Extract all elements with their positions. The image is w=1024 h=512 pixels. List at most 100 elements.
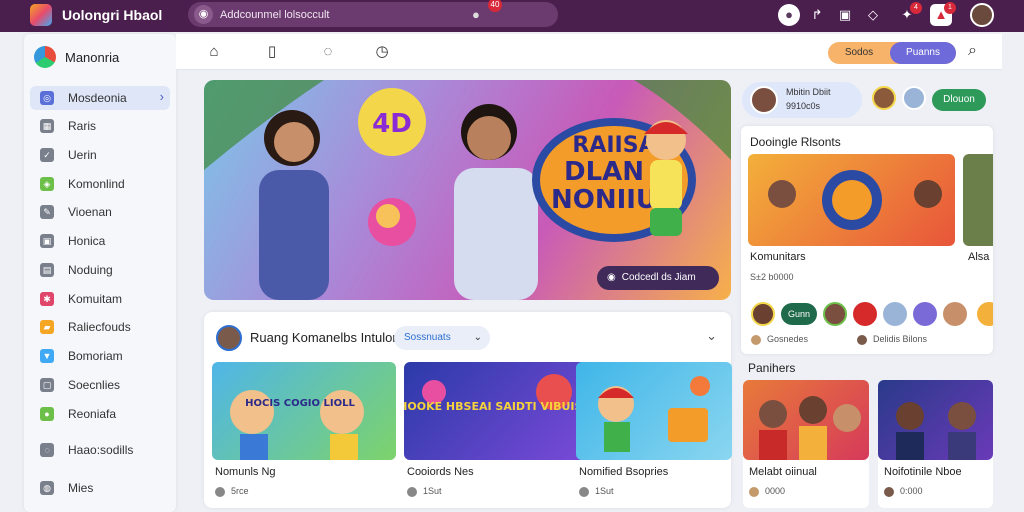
- video-thumbnail[interactable]: [576, 362, 732, 460]
- footer-right-icon: [857, 334, 867, 345]
- settings-icon: ◌: [40, 443, 54, 457]
- sidebar-item-label: Komuitam: [68, 292, 123, 306]
- mic-badge: 40: [488, 0, 502, 12]
- playlist-thumbnail[interactable]: [743, 380, 869, 460]
- sidebar-item-mies[interactable]: ◍ Mies: [30, 476, 170, 500]
- sidebar-item-mosdeonia[interactable]: ◎ Mosdeonia ›: [30, 86, 170, 110]
- hero-title-line-1: RAIISA: [572, 133, 655, 158]
- hero-cta-button[interactable]: ◉ Codcedl ds Jiam: [597, 266, 719, 290]
- home-tab-icon[interactable]: ⌂: [204, 42, 224, 62]
- playlist-name: Melabt oiinual: [749, 466, 817, 478]
- hero-title-line-2: DLAN: [564, 157, 644, 187]
- channel-thumbnail[interactable]: [748, 154, 955, 246]
- globe-icon: ●: [40, 407, 54, 421]
- sidebar-item-label: Mosdeonia: [68, 91, 127, 105]
- sidebar-item-label: Uerin: [68, 148, 97, 162]
- video-card[interactable]: Nomified Bsopries 1Sut: [576, 362, 732, 506]
- sidebar-item-raris[interactable]: ▦ Raris: [30, 114, 170, 138]
- profile-circle-icon[interactable]: ●: [778, 4, 800, 26]
- friend-avatar[interactable]: [902, 86, 926, 110]
- sidebar-item-soecnlies[interactable]: ▢ Soecnlies: [30, 373, 170, 397]
- hero-banner[interactable]: RAIISA DLAN NONIIU 4D ◉ Codcedl ds Jiam: [204, 80, 731, 300]
- check-icon: ✓: [40, 148, 54, 162]
- video-thumbnail[interactable]: HOOKE HBSEAI SAIDTI VIBUISS: [398, 362, 590, 460]
- playlist-art: [759, 396, 861, 460]
- member-avatar[interactable]: [751, 302, 775, 326]
- sidebar-header[interactable]: Manonria: [34, 46, 119, 68]
- playlist-thumbnail[interactable]: [878, 380, 993, 460]
- sidebar-item-label: Vioenan: [68, 205, 112, 219]
- member-avatar[interactable]: [943, 302, 967, 326]
- box-icon: ▢: [40, 378, 54, 392]
- user-card[interactable]: Mbitin Dbiit 9910c0s: [742, 82, 862, 118]
- playlist-name: Noifotinile Nboe: [884, 466, 962, 478]
- sidebar-item-bomoriam[interactable]: ▼ Bomoriam: [30, 344, 170, 368]
- search-icon[interactable]: ◉: [194, 5, 213, 24]
- chart-icon: ▤: [40, 263, 54, 277]
- member-avatar[interactable]: [913, 302, 937, 326]
- member-avatar[interactable]: [823, 302, 847, 326]
- follow-button[interactable]: Dlouon: [932, 89, 986, 111]
- search-bar[interactable]: ◉ ● 40: [188, 0, 558, 27]
- footer-right: Delidis Bilons: [857, 334, 927, 345]
- sidebar-item-label: Soecnlies: [68, 378, 121, 392]
- search-input[interactable]: [220, 7, 450, 23]
- channel-art: [768, 170, 942, 230]
- tablet-tab-icon[interactable]: ▯: [262, 42, 282, 62]
- friend-avatar[interactable]: [872, 86, 896, 110]
- video-card[interactable]: HOOKE HBSEAI SAIDTI VIBUISS Cooiords Nes…: [398, 362, 590, 506]
- playlist-meta-icon: [749, 486, 759, 497]
- location-pin-icon[interactable]: ◇: [862, 4, 884, 26]
- sidebar-item-komonlind[interactable]: ◈ Komonlind: [30, 172, 170, 196]
- video-thumbnail[interactable]: HOCIS COGIO LIOLL: [212, 362, 396, 460]
- channels-title: Dooingle Rlsonts: [750, 135, 841, 149]
- video-meta: 1Sut: [407, 486, 442, 497]
- grid-icon: ▦: [40, 119, 54, 133]
- arrow-icon[interactable]: ↱: [806, 4, 828, 26]
- mic-icon[interactable]: ●: [472, 7, 480, 22]
- view-toggle[interactable]: Sodos Puanns: [828, 42, 956, 64]
- tablet-icon[interactable]: ▣: [834, 4, 856, 26]
- app-logo[interactable]: [30, 4, 52, 26]
- playlist-art: [896, 402, 976, 460]
- notifications-badge: 1: [944, 2, 956, 14]
- sidebar-item-komuitam[interactable]: ✱ Komuitam: [30, 287, 170, 311]
- member-avatar[interactable]: [977, 302, 993, 326]
- chevron-right-icon: ›: [159, 89, 164, 104]
- hero-title-line-3: NONIIU: [551, 185, 657, 215]
- channel-icon: [579, 486, 589, 497]
- channel-thumbnail[interactable]: [963, 154, 993, 246]
- sidebar: Manonria ◎ Mosdeonia › ▦ Raris ✓ Uerin ◈ Komonli…: [24, 34, 176, 512]
- sidebar-item-haao-sodills[interactable]: ◌ Haao:sodills: [30, 438, 170, 462]
- sidebar-item-noduing[interactable]: ▤ Noduing: [30, 258, 170, 282]
- sidebar-item-label: Komonlind: [68, 177, 125, 191]
- playlist-card[interactable]: Noifotinile Nboe 0:000: [878, 380, 993, 508]
- sidebar-header-label: Manonria: [65, 49, 120, 65]
- triangle-icon: ▼: [40, 349, 54, 363]
- sidebar-item-vioenan[interactable]: ✎ Vioenan: [30, 200, 170, 224]
- video-card[interactable]: HOCIS COGIO LIOLL Nomunls Ng 5rce: [212, 362, 396, 506]
- sidebar-item-raliecfouds[interactable]: ▰ Raliecfouds: [30, 315, 170, 339]
- search-icon[interactable]: ⌕: [968, 42, 977, 60]
- chat-tab-icon[interactable]: ◌: [318, 42, 338, 62]
- video-title: Nomified Bsopries: [579, 466, 669, 478]
- thumbnail-art: HOOKE HBSEAI SAIDTI VIBUISS: [398, 374, 590, 413]
- top-bar: Uolongri Hbaol ◉ ● 40 ● ↱ ▣ ◇ ✦ 4 ▲ 1: [0, 0, 1024, 32]
- clock-tab-icon[interactable]: ◷: [372, 42, 392, 62]
- filter-chip[interactable]: Sossnuats ⌄: [394, 326, 490, 350]
- playlist-card[interactable]: Melabt oiinual 0000: [743, 380, 869, 508]
- follow-small-button[interactable]: Gunn: [781, 303, 817, 325]
- sidebar-item-honica[interactable]: ▣ Honica: [30, 229, 170, 253]
- sidebar-item-uerin[interactable]: ✓ Uerin: [30, 143, 170, 167]
- app-title: Uolongri Hbaol: [62, 7, 163, 23]
- toggle-right[interactable]: Puanns: [890, 42, 956, 64]
- member-avatar[interactable]: [853, 302, 877, 326]
- collapse-icon[interactable]: ⌄: [706, 328, 717, 344]
- image-icon: ▣: [40, 234, 54, 248]
- toggle-left[interactable]: Sodos: [828, 42, 890, 64]
- sidebar-item-reoniafa[interactable]: ● Reoniafa: [30, 402, 170, 426]
- user-avatar[interactable]: [970, 3, 994, 27]
- member-avatar[interactable]: [883, 302, 907, 326]
- user-card-name: Mbitin Dbiit: [786, 87, 831, 97]
- pinwheel-icon: ✱: [40, 292, 54, 306]
